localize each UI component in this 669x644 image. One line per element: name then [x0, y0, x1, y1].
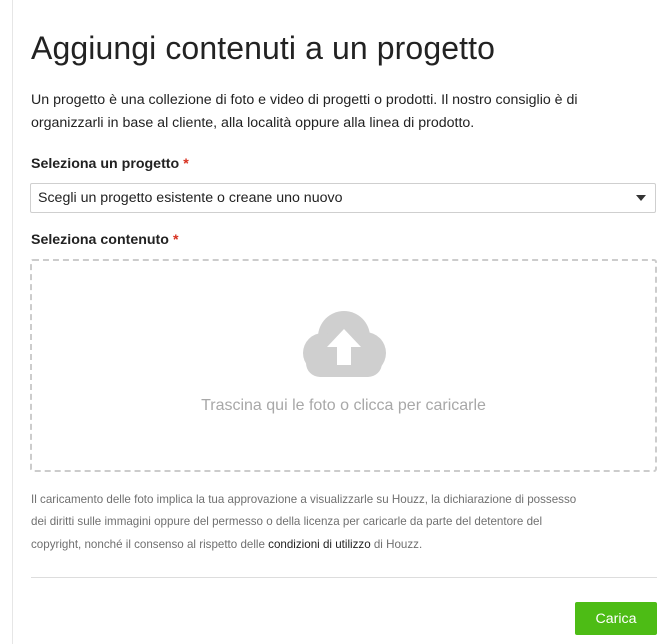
terms-of-use-link[interactable]: condizioni di utilizzo — [268, 538, 370, 551]
content-label-text: Seleziona contenuto — [31, 232, 169, 248]
content-field-label: Seleziona contenuto * — [31, 232, 178, 248]
project-field-label: Seleziona un progetto * — [31, 156, 189, 172]
legal-line-3-end: di Houzz. — [370, 537, 423, 551]
dropzone-instructions: Trascina qui le foto o clicca per carica… — [201, 397, 486, 414]
project-label-text: Seleziona un progetto — [31, 156, 180, 172]
add-content-modal: Aggiungi contenuti a un progetto Un prog… — [30, 0, 657, 644]
upload-button[interactable]: Carica — [575, 602, 657, 635]
legal-line-1: Il caricamento delle foto implica la tua… — [31, 493, 577, 506]
cloud-upload-icon — [303, 311, 386, 377]
intro-text: Un progetto è una collezione di foto e v… — [31, 89, 657, 135]
footer-divider — [31, 577, 657, 578]
legal-line-3-start: copyright, nonché il consenso al rispett… — [31, 537, 269, 551]
intro-line-1: Un progetto è una collezione di foto e v… — [31, 92, 578, 108]
page-title: Aggiungi contenuti a un progetto — [31, 30, 495, 66]
project-select[interactable]: Scegli un progetto esistente o creane un… — [30, 183, 656, 213]
intro-line-2: organizzarli in base al cliente, alla lo… — [31, 115, 475, 131]
left-border — [12, 0, 13, 644]
required-mark: * — [172, 232, 179, 248]
upload-dropzone[interactable]: Trascina qui le foto o clicca per carica… — [30, 259, 657, 472]
project-select-value: Scegli un progetto esistente o creane un… — [38, 190, 343, 206]
required-mark: * — [183, 156, 189, 172]
legal-line-2: dei diritti sulle immagini oppure del pe… — [31, 515, 543, 529]
legal-notice: Il caricamento delle foto implica la tua… — [31, 489, 657, 556]
caret-down-icon — [636, 195, 646, 201]
